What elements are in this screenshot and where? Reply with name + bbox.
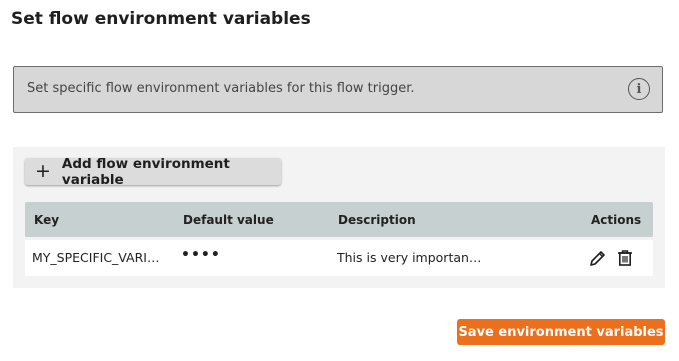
column-header-default-value[interactable]: Default value: [183, 213, 274, 227]
delete-icon[interactable]: [615, 248, 635, 268]
add-variable-label: Add flow environment variable: [61, 155, 230, 188]
edit-icon[interactable]: [588, 248, 608, 268]
cell-key: MY_SPECIFIC_VARI…: [32, 250, 160, 265]
info-text: Set specific flow environment variables …: [27, 81, 415, 96]
variables-panel: + Add flow environment variable Key Defa…: [13, 147, 665, 288]
table-header: Key Default value Description Actions: [25, 202, 653, 237]
info-icon[interactable]: i: [628, 78, 650, 100]
column-header-description[interactable]: Description: [338, 213, 416, 227]
plus-icon: +: [35, 160, 51, 182]
cell-default-value: ••••: [181, 247, 221, 263]
table-row: MY_SPECIFIC_VARI… •••• This is very impo…: [25, 240, 653, 276]
cell-description: This is very importan…: [337, 250, 482, 265]
column-header-key[interactable]: Key: [34, 213, 59, 227]
info-banner: Set specific flow environment variables …: [13, 66, 663, 113]
column-header-actions: Actions: [591, 213, 642, 227]
save-environment-variables-button[interactable]: Save environment variables: [457, 319, 665, 345]
page-title: Set flow environment variables: [11, 9, 311, 29]
add-variable-button[interactable]: + Add flow environment variable: [25, 155, 281, 188]
